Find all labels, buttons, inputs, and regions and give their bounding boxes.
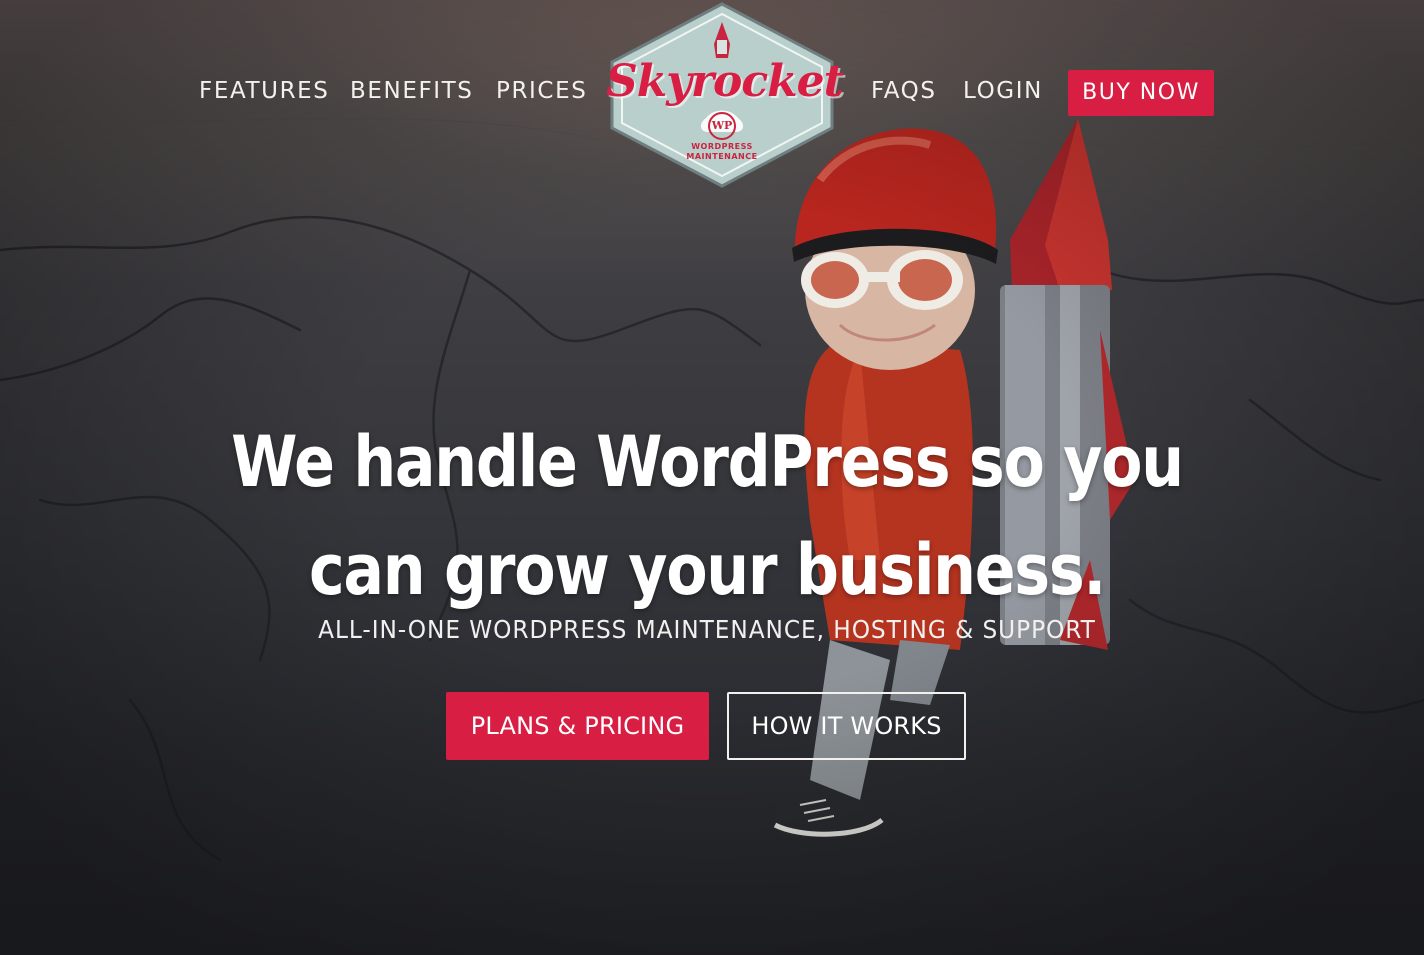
hero-headline-line1: We handle WordPress so you (231, 421, 1184, 503)
nav-link-login[interactable]: LOGIN (963, 76, 1043, 106)
logo-tagline-line1: WORDPRESS (691, 142, 753, 151)
hero-headline-line2: can grow your business. (309, 529, 1106, 611)
logo-tagline: WORDPRESS MAINTENANCE (606, 142, 838, 162)
hero-headline: We handle WordPress so you can grow your… (228, 408, 1186, 624)
plans-pricing-button[interactable]: PLANS & PRICING (446, 692, 709, 760)
nav-link-prices[interactable]: PRICES (496, 76, 587, 106)
nav-link-faqs[interactable]: FAQS (871, 76, 937, 106)
nav-link-features[interactable]: FEATURES (199, 76, 330, 106)
logo-wordmark: Skyrocket (606, 56, 844, 107)
hero-subheadline: ALL-IN-ONE WORDPRESS MAINTENANCE, HOSTIN… (318, 615, 1096, 644)
site-logo[interactable]: Skyrocket WP WORDPRESS MAINTENANCE (606, 0, 844, 190)
nav-link-benefits[interactable]: BENEFITS (350, 76, 474, 106)
how-it-works-button[interactable]: HOW IT WORKS (727, 692, 966, 760)
buy-now-button[interactable]: BUY NOW (1068, 70, 1214, 116)
logo-wp-badge: WP (708, 112, 736, 140)
logo-tagline-line2: MAINTENANCE (686, 152, 758, 161)
top-navigation: FEATURES BENEFITS PRICES Skyrocket WP WO… (0, 0, 1424, 190)
